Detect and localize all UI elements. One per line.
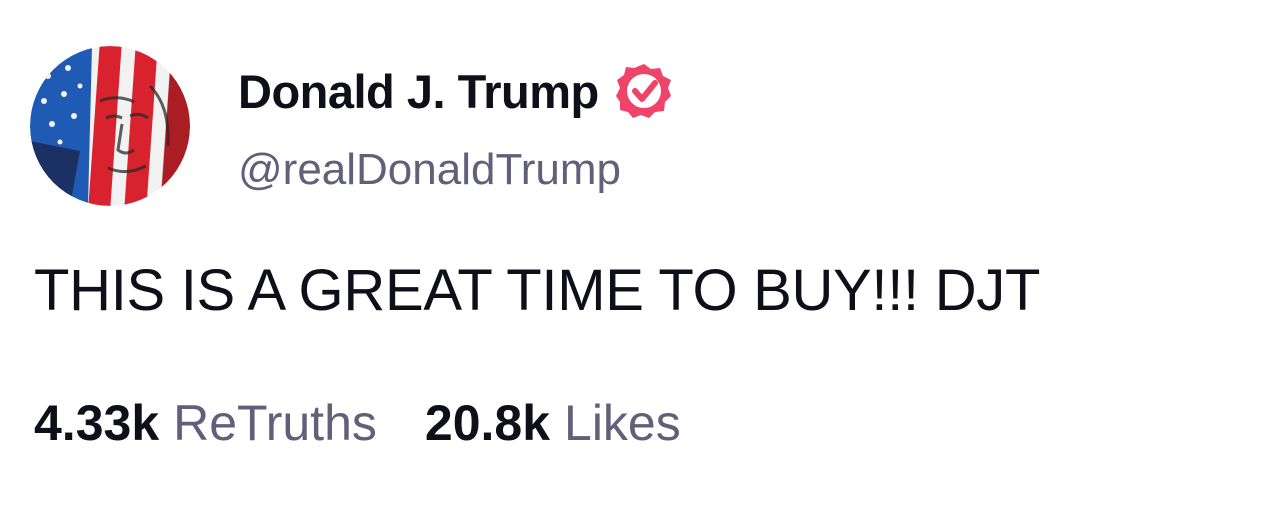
author-handle[interactable]: @realDonaldTrump	[238, 148, 621, 192]
retruths-stat[interactable]: 4.33k ReTruths	[34, 398, 377, 448]
author-avatar[interactable]	[30, 46, 190, 206]
author-name-row: Donald J. Trump	[238, 60, 675, 122]
likes-stat[interactable]: 20.8k Likes	[425, 398, 681, 448]
likes-label: Likes	[564, 395, 681, 451]
flag-portrait-avatar-icon	[30, 46, 190, 206]
retruths-count: 4.33k	[34, 395, 160, 451]
retruths-label: ReTruths	[173, 395, 377, 451]
post-stats: 4.33k ReTruths 20.8k Likes	[34, 398, 681, 448]
truth-post: Donald J. Trump @realDonaldTrump THIS IS…	[0, 0, 1280, 506]
author-display-name[interactable]: Donald J. Trump	[238, 68, 599, 115]
post-text: THIS IS A GREAT TIME TO BUY!!! DJT	[34, 258, 1041, 323]
likes-count: 20.8k	[424, 395, 551, 451]
verified-badge-icon	[615, 64, 671, 118]
